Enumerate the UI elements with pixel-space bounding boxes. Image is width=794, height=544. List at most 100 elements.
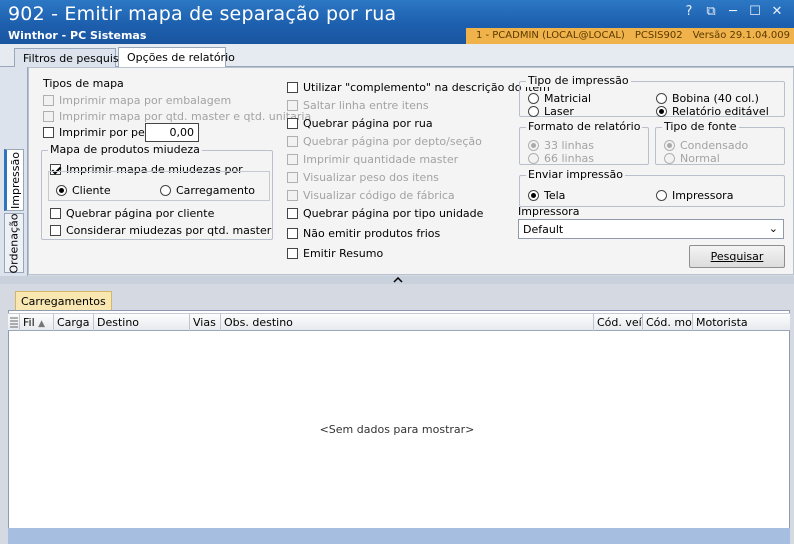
impressora-option[interactable]: Impressora [656,188,733,203]
restore-icon[interactable]: ⧉ [700,4,722,19]
normal-radio[interactable] [664,153,675,164]
miudeza-title: Mapa de produtos miudeza [48,143,202,156]
title-bar: 902 - Emitir mapa de separação por rua W… [0,0,794,44]
carregamento-option[interactable]: Carregamento [160,183,255,198]
col-motorista[interactable]: Motorista [693,314,790,331]
cliente-radio[interactable] [56,185,67,196]
chevron-up-icon[interactable] [393,277,403,283]
visualizar-codigo-option[interactable]: Visualizar código de fábrica [287,188,455,203]
maximize-icon[interactable]: ☐ [744,4,766,19]
col-obs-destino[interactable]: Obs. destino [221,314,594,331]
matricial-radio[interactable] [528,93,539,104]
imprimir-master-option[interactable]: Imprimir quantidade master [287,152,458,167]
quebrar-depto-checkbox[interactable] [287,136,298,147]
editavel-radio[interactable] [656,106,667,117]
quebrar-tipo-checkbox[interactable] [287,208,298,219]
tipos-mapa-title: Tipos de mapa [43,77,124,90]
cliente-option[interactable]: Cliente [56,183,111,198]
complemento-option[interactable]: Utilizar "complemento" na descrição do i… [287,80,550,95]
considerar-master-checkbox[interactable] [50,225,61,236]
bobina-radio[interactable] [656,93,667,104]
tab-carregamentos[interactable]: Carregamentos [15,291,112,310]
tab-opcoes-relatorio[interactable]: Opções de relatório [118,47,235,67]
tela-radio[interactable] [528,190,539,201]
tipo-impressao-title: Tipo de impressão [526,74,631,87]
imprimir-master-checkbox[interactable] [287,154,298,165]
tipo-impressao-group: Tipo de impressão Matricial Bobina (40 c… [519,74,785,119]
status-bar: 1 - PCADMIN (LOCAL@LOCAL) PCSIS902 Versão … [465,28,794,44]
enviar-group: Enviar impressão Tela Impressora [519,168,785,207]
master-unitaria-checkbox[interactable] [43,111,54,122]
visualizar-peso-option[interactable]: Visualizar peso dos itens [287,170,439,185]
quebrar-rua-option[interactable]: Quebrar página por rua [287,116,433,131]
normal-option[interactable]: Normal [664,151,720,166]
saltar-linha-option[interactable]: Saltar linha entre itens [287,98,429,113]
col-cod-mot[interactable]: Cód. mot [643,314,693,331]
embalagem-option[interactable]: Imprimir mapa por embalagem [43,93,231,108]
col-carga[interactable]: Carga [54,314,94,331]
por-peso-checkbox[interactable] [43,127,54,138]
emitir-resumo-checkbox[interactable] [287,248,298,259]
side-tab-bar: Impressão Ordenação [0,67,28,277]
saltar-linha-checkbox[interactable] [287,100,298,111]
l66-option[interactable]: 66 linhas [528,151,594,166]
pesquisar-button[interactable]: Pesquisar [689,245,785,268]
options-panel: Tipos de mapa Imprimir mapa por embalage… [28,67,794,275]
close-icon[interactable]: ✕ [766,4,788,19]
visualizar-codigo-checkbox[interactable] [287,190,298,201]
considerar-master-option[interactable]: Considerar miudezas por qtd. master [50,223,271,238]
tab-ordenacao[interactable]: Ordenação [4,213,24,273]
status-routine: PCSIS902 [634,30,683,41]
peso-input[interactable]: 0,00 [145,123,199,142]
impressora-label: Impressora [518,205,580,218]
window-title: 902 - Emitir mapa de separação por rua [8,3,397,25]
miudeza-group: Mapa de produtos miudeza Imprimir mapa d… [41,143,273,240]
fonte-group: Tipo de fonte Condensado Normal [655,120,785,166]
quebrar-cliente-checkbox[interactable] [50,208,61,219]
tab-filtros-pesquisa[interactable]: Filtros de pesquisa [14,48,125,67]
row-indicator-icon [8,314,20,331]
complemento-checkbox[interactable] [287,82,298,93]
fonte-title: Tipo de fonte [662,120,739,133]
por-peso-option[interactable]: Imprimir por peso [43,125,157,140]
impressora-radio[interactable] [656,190,667,201]
emitir-resumo-option[interactable]: Emitir Resumo [287,246,383,261]
l66-radio[interactable] [528,153,539,164]
tab-impressao[interactable]: Impressão [4,149,24,211]
col-cod-veic[interactable]: Cód. veíc [594,314,643,331]
grid-footer [8,528,790,544]
grid-header: Fil ▲ Carga Destino Vias Obs. destino Có… [8,313,790,331]
condensado-radio[interactable] [664,140,675,151]
quebrar-tipo-option[interactable]: Quebrar página por tipo unidade [287,206,483,221]
chevron-down-icon: ⌄ [768,222,778,235]
quebrar-depto-option[interactable]: Quebrar página por depto/seção [287,134,482,149]
empty-message: <Sem dados para mostrar> [319,423,475,436]
laser-radio[interactable] [528,106,539,117]
help-icon[interactable]: ? [678,4,700,19]
impressora-select[interactable]: Default ⌄ [518,219,784,239]
embalagem-checkbox[interactable] [43,95,54,106]
l33-radio[interactable] [528,140,539,151]
minimize-icon[interactable]: ─ [722,4,744,19]
enviar-title: Enviar impressão [526,168,625,181]
carregamento-radio[interactable] [160,185,171,196]
col-destino[interactable]: Destino [94,314,190,331]
editavel-option[interactable]: Relatório editável [656,104,769,119]
window-controls: ? ⧉ ─ ☐ ✕ [678,4,788,19]
laser-option[interactable]: Laser [528,104,574,119]
col-vias[interactable]: Vias [190,314,221,331]
nao-frios-checkbox[interactable] [287,228,298,239]
visualizar-peso-checkbox[interactable] [287,172,298,183]
tab-strip: Filtros de pesquisa Opções de relatório [0,44,794,67]
status-user: 1 - PCADMIN (LOCAL@LOCAL) [475,30,625,41]
formato-group: Formato de relatório 33 linhas 66 linhas [519,120,649,166]
status-version: Versão 29.1.04.009 [692,30,790,41]
col-fil[interactable]: Fil ▲ [20,314,54,331]
nao-frios-option[interactable]: Não emitir produtos frios [287,226,440,241]
master-unitaria-option[interactable]: Imprimir mapa por qtd. master e qtd. uni… [43,109,311,124]
splitter[interactable] [0,276,794,284]
sort-asc-icon: ▲ [38,319,46,329]
quebrar-rua-checkbox[interactable] [287,118,298,129]
quebrar-cliente-option[interactable]: Quebrar página por cliente [50,206,214,221]
tela-option[interactable]: Tela [528,188,565,203]
